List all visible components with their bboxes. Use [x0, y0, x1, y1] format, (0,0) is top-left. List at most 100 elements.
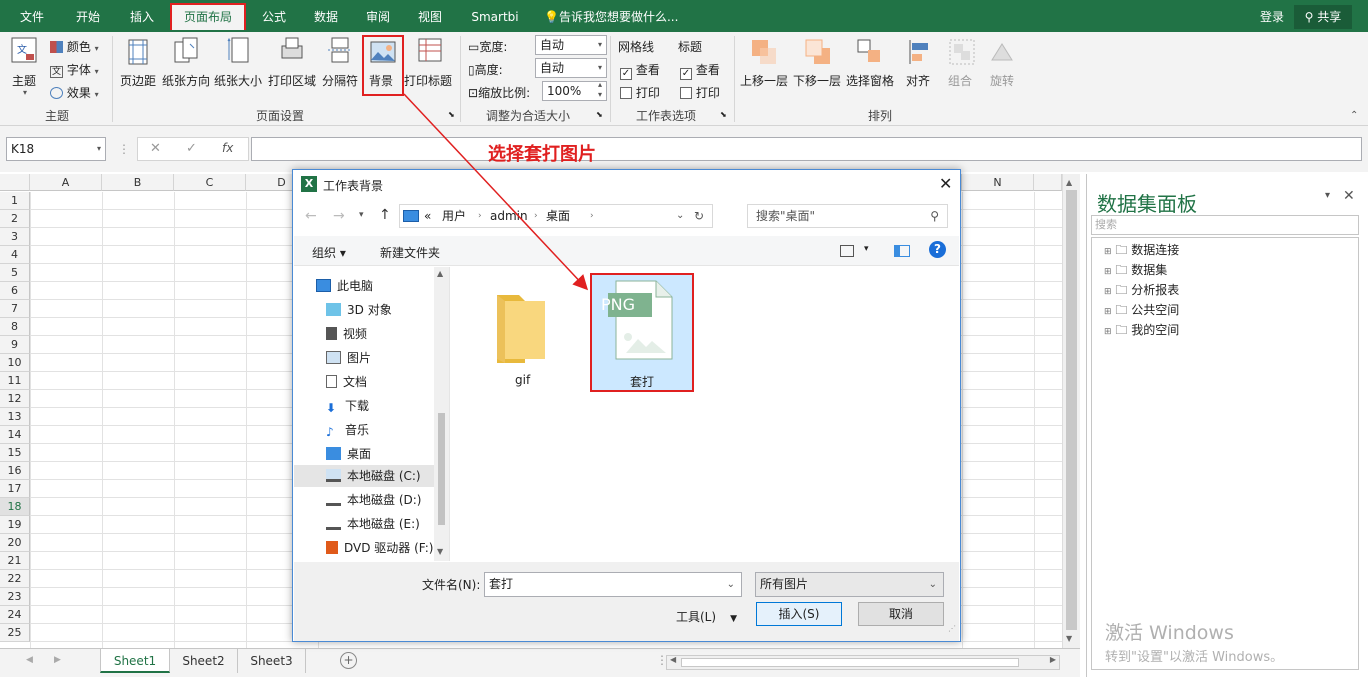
tab-formulas[interactable]: 公式 [252, 5, 296, 29]
nav-dvd-drive[interactable]: DVD 驱动器 (F:) [326, 537, 434, 559]
new-folder-button[interactable]: 新建文件夹 [380, 244, 440, 261]
tree-item-dataset[interactable]: ⊞ 🗀 数据集 [1104, 260, 1167, 280]
tree-item-data-connection[interactable]: ⊞ 🗀 数据连接 [1104, 240, 1179, 260]
effects-button[interactable]: 效果 ▾ [50, 84, 99, 101]
tab-data[interactable]: 数据 [304, 5, 348, 29]
fonts-button[interactable]: 文 字体 ▾ [50, 61, 99, 78]
colors-button[interactable]: 颜色 ▾ [50, 38, 99, 55]
scroll-down-icon[interactable]: ▼ [437, 547, 443, 556]
preview-pane-icon[interactable] [894, 245, 910, 257]
sheet-tab-1[interactable]: Sheet1 [100, 649, 170, 673]
select-all-corner[interactable] [0, 174, 30, 191]
close-icon[interactable]: ✕ [1343, 188, 1355, 204]
chevron-down-icon[interactable]: ▾ [864, 244, 869, 254]
cancel-x-icon[interactable]: ✕ [150, 141, 161, 156]
nav-documents[interactable]: 文档 [326, 371, 367, 393]
expand-icon[interactable]: ⊞ [1104, 287, 1112, 297]
formula-input[interactable] [251, 137, 1362, 161]
row-header[interactable]: 24 [0, 606, 30, 624]
row-header[interactable]: 1 [0, 192, 30, 210]
breadcrumb-users[interactable]: 用户 [442, 205, 466, 227]
row-header[interactable]: 12 [0, 390, 30, 408]
up-arrow-icon[interactable]: ↑ [379, 207, 391, 223]
paper-size-button[interactable]: 纸张大小 [214, 72, 262, 89]
row-header[interactable]: 2 [0, 210, 30, 228]
scroll-thumb[interactable] [681, 658, 1019, 667]
column-header[interactable]: B [102, 174, 174, 191]
breadcrumb-admin[interactable]: admin [490, 205, 528, 227]
organize-button[interactable]: 组织 ▾ [312, 244, 346, 261]
row-header[interactable]: 5 [0, 264, 30, 282]
row-header[interactable]: 15 [0, 444, 30, 462]
tools-button[interactable]: 工具(L) ▼ [676, 608, 737, 625]
chevron-down-icon[interactable]: ⌄ [727, 573, 735, 596]
expand-icon[interactable]: ⊞ [1104, 327, 1112, 337]
row-header[interactable]: 14 [0, 426, 30, 444]
nav-this-pc[interactable]: 此电脑 [316, 275, 373, 297]
spinner-arrows-icon[interactable]: ▴ ▾ [598, 80, 602, 100]
breaks-button[interactable]: 分隔符 [322, 72, 358, 89]
row-header[interactable]: 6 [0, 282, 30, 300]
row-header[interactable]: 19 [0, 516, 30, 534]
width-select[interactable]: 自动 ▾ [535, 35, 607, 55]
align-button[interactable]: 对齐 [906, 72, 930, 89]
row-header[interactable]: 10 [0, 354, 30, 372]
nav-3d-objects[interactable]: 3D 对象 [326, 299, 392, 321]
insert-function-icon[interactable]: fx [222, 141, 233, 155]
panel-menu-icon[interactable]: ▾ [1325, 190, 1330, 201]
tab-file[interactable]: 文件 [10, 5, 54, 29]
back-arrow-icon[interactable]: ← [305, 208, 317, 224]
dialog-launcher-icon[interactable]: ⬊ [720, 110, 727, 119]
print-titles-button[interactable]: 打印标题 [404, 72, 452, 89]
scroll-left-icon[interactable]: ◀ [670, 655, 676, 664]
nav-drive-c[interactable]: 本地磁盘 (C:) [294, 465, 434, 487]
view-options-icon[interactable] [840, 245, 854, 257]
row-header[interactable]: 25 [0, 624, 30, 642]
help-icon[interactable]: ? [929, 241, 946, 258]
tab-insert[interactable]: 插入 [120, 5, 164, 29]
horizontal-scrollbar[interactable]: ◀ ▶ [666, 655, 1060, 670]
tree-item-my-space[interactable]: ⊞ 🗀 我的空间 [1104, 320, 1179, 340]
search-desktop-input[interactable]: 搜索"桌面" ⚲ [747, 204, 948, 228]
scroll-up-icon[interactable]: ▲ [1066, 178, 1072, 187]
tell-me-box[interactable]: 💡告诉我您想要做什么... [544, 5, 694, 29]
folder-item-gif[interactable]: gif [475, 273, 571, 391]
nav-music[interactable]: ♪ 音乐 [326, 419, 369, 441]
rotate-button[interactable]: 旋转 [990, 72, 1014, 89]
login-link[interactable]: 登录 [1250, 5, 1294, 29]
tree-item-public-space[interactable]: ⊞ 🗀 公共空间 [1104, 300, 1179, 320]
row-header[interactable]: 16 [0, 462, 30, 480]
row-header[interactable]: 21 [0, 552, 30, 570]
enter-check-icon[interactable]: ✓ [186, 141, 197, 156]
row-header[interactable]: 22 [0, 570, 30, 588]
scale-spinner[interactable]: 100% ▴ ▾ [542, 80, 607, 101]
headings-view-checkbox[interactable]: ✓ 查看 [680, 61, 720, 80]
column-header[interactable]: C [174, 174, 246, 191]
resize-grip-icon[interactable]: ⋰ [948, 624, 956, 633]
group-button[interactable]: 组合 [948, 72, 972, 89]
add-sheet-icon[interactable]: + [340, 652, 357, 669]
send-backward-button[interactable]: 下移一层 [793, 72, 841, 89]
nav-drive-e[interactable]: 本地磁盘 (E:) [326, 513, 420, 535]
row-header[interactable]: 4 [0, 246, 30, 264]
nav-videos[interactable]: 视频 [326, 323, 367, 345]
row-header[interactable]: 7 [0, 300, 30, 318]
themes-button[interactable]: 主题 [12, 72, 36, 89]
tree-item-analysis-report[interactable]: ⊞ 🗀 分析报表 [1104, 280, 1179, 300]
expand-icon[interactable]: ⊞ [1104, 247, 1112, 257]
expand-icon[interactable]: ⊞ [1104, 267, 1112, 277]
orientation-button[interactable]: 纸张方向 [162, 72, 210, 89]
breadcrumb-desktop[interactable]: 桌面 [546, 205, 570, 227]
row-header[interactable]: 9 [0, 336, 30, 354]
vertical-scrollbar[interactable]: ▲ ▼ [1062, 174, 1080, 648]
dialog-launcher-icon[interactable]: ⬊ [596, 110, 603, 119]
expand-icon[interactable]: ⊞ [1104, 307, 1112, 317]
sheet-tab-2[interactable]: Sheet2 [170, 649, 238, 673]
scroll-up-icon[interactable]: ▲ [437, 269, 443, 278]
panel-search-input[interactable]: 搜索 [1091, 215, 1359, 235]
column-header[interactable] [1034, 174, 1062, 191]
nav-downloads[interactable]: ⬇ 下载 [326, 395, 369, 417]
next-sheet-icon[interactable]: ▶ [54, 655, 61, 665]
headings-print-checkbox[interactable]: 打印 [680, 84, 720, 101]
close-icon[interactable]: ✕ [939, 174, 952, 193]
